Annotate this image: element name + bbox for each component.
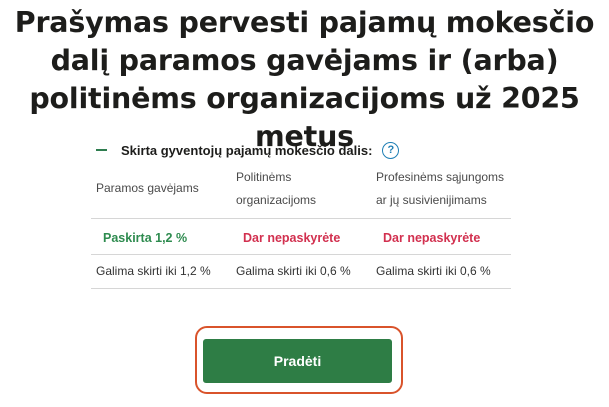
table-divider — [91, 254, 511, 255]
table-divider — [91, 218, 511, 219]
column-header-political-organizations: Politinėms organizacijoms — [236, 170, 317, 207]
status-badge: Paskirta 1,2 % — [103, 231, 188, 245]
page-title: Prašymas pervesti pajamų mokesčio dalį p… — [14, 6, 595, 153]
help-icon[interactable]: ? — [382, 141, 400, 159]
status-badge: Dar nepaskyrėte — [243, 231, 341, 245]
status-badge: Dar nepaskyrėte — [383, 231, 481, 245]
limit-text: Galima skirti iki 1,2 % — [96, 264, 211, 278]
table-divider — [91, 288, 511, 289]
column-header-support-recipients: Paramos gavėjams — [96, 181, 199, 195]
contribution-section-header[interactable]: Skirta gyventojų pajamų mokesčio dalis: … — [96, 140, 400, 160]
start-button[interactable]: Pradėti — [203, 339, 392, 383]
limit-text: Galima skirti iki 0,6 % — [376, 264, 491, 278]
section-label: Skirta gyventojų pajamų mokesčio dalis: — [121, 142, 373, 158]
column-header-trade-unions: Profesinėms sąjungoms ar jų susivienijim… — [376, 170, 505, 207]
limit-text: Galima skirti iki 0,6 % — [236, 264, 351, 278]
collapse-minus-icon[interactable] — [96, 140, 110, 160]
